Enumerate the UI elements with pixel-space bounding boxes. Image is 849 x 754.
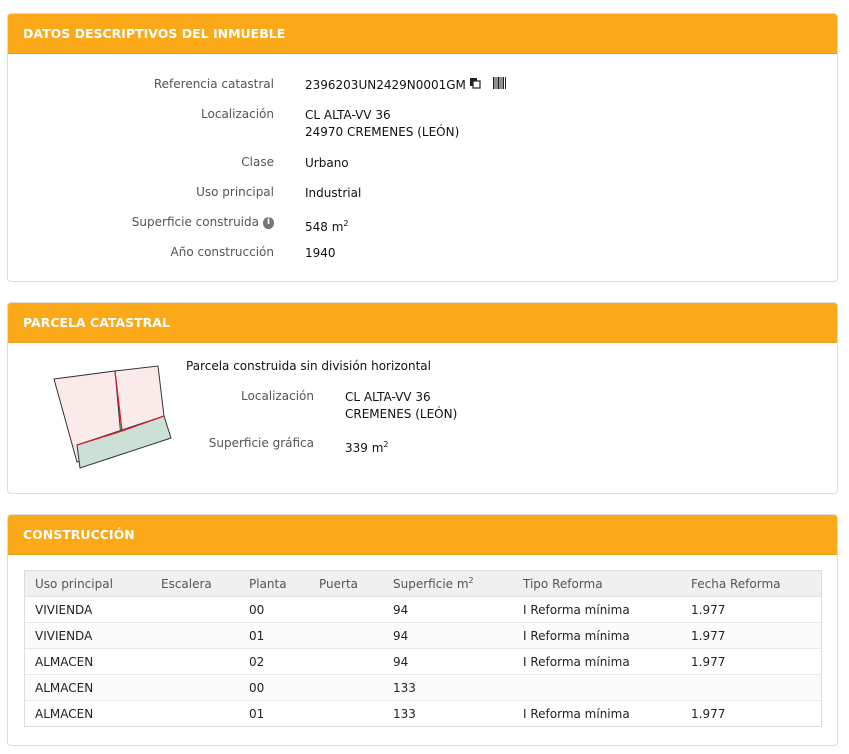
- superficie-label: Superficie construida: [131, 215, 259, 229]
- parcela-descripcion: Parcela construida sin división horizont…: [186, 359, 431, 373]
- col-uso-principal[interactable]: Uso principal: [25, 571, 151, 597]
- superficie-unit-sup: 2: [343, 219, 349, 228]
- parcela-superficie-value: 339 m: [345, 441, 384, 455]
- table-row: ALMACEN 01 133 I Reforma mínima 1.977: [25, 700, 821, 726]
- cell-fecha-reforma: 1.977: [681, 596, 821, 623]
- construccion-panel: CONSTRUCCIÓN Uso principal Escalera Plan…: [7, 514, 838, 746]
- localizacion-line1: CL ALTA-VV 36: [305, 108, 391, 122]
- clase-label: Clase: [241, 155, 274, 169]
- cell-uso: VIVIENDA: [25, 622, 151, 649]
- table-row: VIVIENDA 01 94 I Reforma mínima 1.977: [25, 622, 821, 649]
- superficie-value: 548 m: [305, 220, 344, 234]
- localizacion-label: Localización: [201, 107, 274, 121]
- referencia-label: Referencia catastral: [153, 77, 274, 91]
- barcode-icon[interactable]: [492, 77, 506, 94]
- cell-uso: ALMACEN: [25, 648, 151, 675]
- copy-icon[interactable]: [469, 77, 481, 94]
- cell-escalera: [151, 596, 239, 623]
- superficie-label-wrap: Superficie construida i: [132, 215, 274, 229]
- referencia-value-wrap: 2396203UN2429N0001GM: [305, 77, 506, 94]
- parcela-localizacion-line1: CL ALTA-VV 36: [345, 390, 431, 404]
- cell-planta: 01: [239, 700, 309, 726]
- parcela-header: PARCELA CATASTRAL: [8, 303, 837, 343]
- col-superficie-sup: 2: [468, 576, 474, 585]
- cell-superficie: 133: [383, 674, 513, 701]
- cell-fecha-reforma: 1.977: [681, 700, 821, 726]
- parcela-localizacion-value: CL ALTA-VV 36 CREMENES (LEÓN): [345, 389, 457, 423]
- cell-fecha-reforma: [681, 674, 821, 701]
- cell-fecha-reforma: 1.977: [681, 648, 821, 675]
- cell-superficie: 94: [383, 622, 513, 649]
- cell-planta: 01: [239, 622, 309, 649]
- cell-planta: 00: [239, 674, 309, 701]
- datos-inmueble-header: DATOS DESCRIPTIVOS DEL INMUEBLE: [8, 14, 837, 54]
- cell-escalera: [151, 700, 239, 726]
- cell-superficie: 94: [383, 596, 513, 623]
- localizacion-value: CL ALTA-VV 36 24970 CREMENES (LEÓN): [305, 107, 459, 141]
- table-row: ALMACEN 00 133: [25, 674, 821, 701]
- col-superficie: Superficie m: [393, 577, 469, 591]
- cell-puerta: [309, 674, 383, 701]
- parcela-superficie-label: Superficie gráfica: [208, 436, 314, 450]
- construccion-header: CONSTRUCCIÓN: [8, 515, 837, 555]
- cell-tipo-reforma: I Reforma mínima: [513, 700, 681, 726]
- parcela-map-thumbnail[interactable]: [52, 365, 176, 471]
- cell-tipo-reforma: I Reforma mínima: [513, 596, 681, 623]
- cell-escalera: [151, 674, 239, 701]
- cell-uso: ALMACEN: [25, 700, 151, 726]
- info-icon[interactable]: i: [263, 216, 274, 229]
- col-fecha-reforma[interactable]: Fecha Reforma: [681, 571, 821, 597]
- cell-tipo-reforma: I Reforma mínima: [513, 648, 681, 675]
- cell-planta: 02: [239, 648, 309, 675]
- parcela-superficie-unit-sup: 2: [383, 440, 389, 449]
- col-planta[interactable]: Planta: [239, 571, 309, 597]
- cell-puerta: [309, 622, 383, 649]
- clase-value: Urbano: [305, 156, 349, 170]
- parcela-panel: PARCELA CATASTRAL Parcela construida sin…: [7, 302, 838, 494]
- cell-puerta: [309, 648, 383, 675]
- table-header-row: Uso principal Escalera Planta Puerta Sup…: [25, 571, 821, 597]
- datos-inmueble-panel: DATOS DESCRIPTIVOS DEL INMUEBLE Referenc…: [7, 13, 838, 282]
- localizacion-line2: 24970 CREMENES (LEÓN): [305, 125, 460, 139]
- cell-uso: ALMACEN: [25, 674, 151, 701]
- cell-tipo-reforma: [513, 674, 681, 701]
- uso-label: Uso principal: [196, 185, 274, 199]
- cell-uso: VIVIENDA: [25, 596, 151, 623]
- cell-fecha-reforma: 1.977: [681, 622, 821, 649]
- cell-puerta: [309, 700, 383, 726]
- cell-puerta: [309, 596, 383, 623]
- superficie-value-wrap: 548 m2: [305, 215, 349, 236]
- construccion-table: Uso principal Escalera Planta Puerta Sup…: [25, 571, 821, 726]
- table-body: VIVIENDA 00 94 I Reforma mínima 1.977 VI…: [25, 596, 821, 726]
- cell-escalera: [151, 622, 239, 649]
- anio-label: Año construcción: [170, 245, 275, 259]
- parcela-localizacion-line2: CREMENES (LEÓN): [345, 407, 458, 421]
- table-row: ALMACEN 02 94 I Reforma mínima 1.977: [25, 648, 821, 675]
- col-tipo-reforma[interactable]: Tipo Reforma: [513, 571, 681, 597]
- parcela-localizacion-label: Localización: [241, 389, 314, 403]
- cell-superficie: 94: [383, 648, 513, 675]
- parcela-superficie-wrap: 339 m2: [345, 436, 389, 457]
- anio-value: 1940: [305, 246, 336, 260]
- col-puerta[interactable]: Puerta: [309, 571, 383, 597]
- cell-tipo-reforma: I Reforma mínima: [513, 622, 681, 649]
- referencia-value: 2396203UN2429N0001GM: [305, 78, 466, 92]
- cell-superficie: 133: [383, 700, 513, 726]
- uso-value: Industrial: [305, 186, 362, 200]
- col-superficie-wrap[interactable]: Superficie m2: [383, 571, 513, 597]
- cell-planta: 00: [239, 596, 309, 623]
- construccion-table-wrap: Uso principal Escalera Planta Puerta Sup…: [24, 570, 822, 727]
- cell-escalera: [151, 648, 239, 675]
- table-row: VIVIENDA 00 94 I Reforma mínima 1.977: [25, 596, 821, 623]
- col-escalera[interactable]: Escalera: [151, 571, 239, 597]
